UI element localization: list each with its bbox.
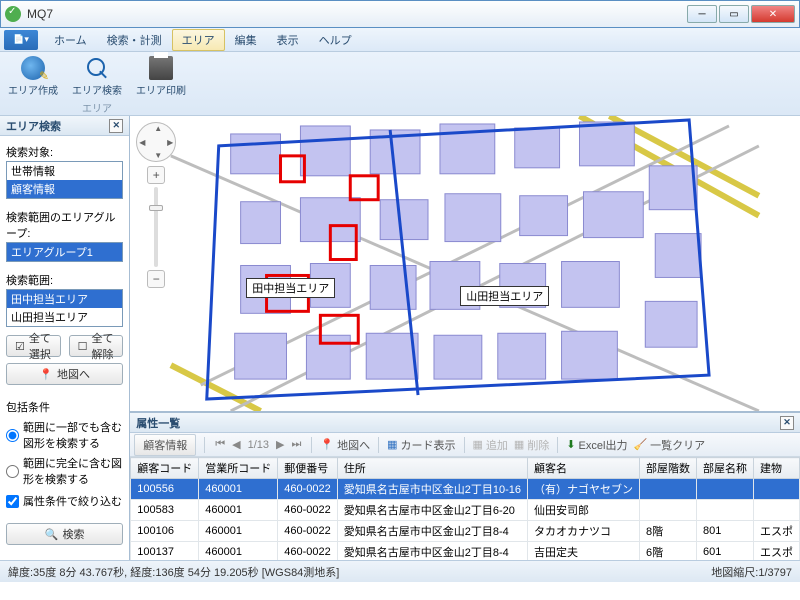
window-title: MQ7: [27, 7, 53, 21]
status-coords: 緯度:35度 8分 43.767秒, 経度:136度 54分 19.205秒 […: [8, 564, 339, 580]
pager-first[interactable]: ⏮: [213, 438, 227, 451]
col-3[interactable]: 住所: [337, 458, 527, 479]
col-1[interactable]: 営業所コード: [199, 458, 278, 479]
areagroup-label: 検索範囲のエリアグループ:: [6, 209, 123, 241]
titlebar: MQ7 ─ ▭ ✕: [0, 0, 800, 28]
area-print-button[interactable]: エリア印刷: [136, 56, 186, 97]
col-2[interactable]: 郵便番号: [278, 458, 338, 479]
sidebar-title: エリア検索: [6, 118, 61, 134]
target-listbox[interactable]: 世帯情報 顧客情報: [6, 161, 123, 199]
app-icon: [5, 6, 21, 22]
map-canvas[interactable]: 田中担当エリア 山田担当エリア ▲▼ ◀▶ + −: [130, 116, 800, 412]
toolbar-delete[interactable]: ▦削除: [514, 437, 549, 453]
attributes-title: 属性一覧: [136, 415, 180, 431]
area-create-button[interactable]: エリア作成: [8, 56, 58, 97]
range-listbox[interactable]: 田中担当エリア 山田担当エリア: [6, 289, 123, 327]
area-print-label: エリア印刷: [136, 82, 186, 97]
menu-search-measure[interactable]: 検索・計測: [97, 29, 172, 51]
area-search-label: エリア検索: [72, 82, 122, 97]
to-map-button[interactable]: 📍 地図へ: [6, 363, 123, 385]
attributes-header: 属性一覧 ✕: [130, 413, 800, 433]
print-icon: [149, 56, 173, 80]
target-item-0[interactable]: 世帯情報: [7, 162, 122, 180]
attributes-grid[interactable]: 顧客コード 営業所コード 郵便番号 住所 顧客名 部屋階数 部屋名称 建物 10…: [130, 457, 800, 560]
sidebar-header: エリア検索 ✕: [0, 116, 129, 136]
col-6[interactable]: 部屋名称: [697, 458, 754, 479]
minimize-button[interactable]: ─: [687, 5, 717, 23]
zoom-in-button[interactable]: +: [147, 166, 165, 184]
target-item-1[interactable]: 顧客情報: [7, 180, 122, 198]
attributes-panel: 属性一覧 ✕ 顧客情報 ⏮ ◀ 1/13 ▶ ⏭ 📍地図へ ▦カード表示 ▦追加: [130, 412, 800, 560]
toolbar-add[interactable]: ▦追加: [473, 437, 508, 453]
menu-edit[interactable]: 編集: [225, 29, 267, 51]
menubar: 📄▾ ホーム 検索・計測 エリア 編集 表示 ヘルプ: [0, 28, 800, 52]
table-row[interactable]: 100137460001460-0022愛知県名古屋市中区金山2丁目8-4吉田定…: [131, 542, 800, 561]
clear-all-button[interactable]: ☐ 全て解除: [69, 335, 124, 357]
attributes-tab[interactable]: 顧客情報: [134, 434, 196, 456]
attributes-toolbar: 顧客情報 ⏮ ◀ 1/13 ▶ ⏭ 📍地図へ ▦カード表示 ▦追加 ▦削除 ⬇E…: [130, 433, 800, 457]
pager-last[interactable]: ⏭: [290, 438, 304, 451]
globe-icon: [21, 56, 45, 80]
inclusion-partial-radio[interactable]: 範囲に一部でも含む図形を検索する: [6, 419, 123, 451]
table-row[interactable]: 100106460001460-0022愛知県名古屋市中区金山2丁目8-4タカオ…: [131, 521, 800, 542]
zoom-out-button[interactable]: −: [147, 270, 165, 288]
range-label: 検索範囲:: [6, 272, 123, 288]
inclusion-label: 包括条件: [6, 399, 123, 415]
map-label-yamada: 山田担当エリア: [460, 286, 549, 306]
col-7[interactable]: 建物: [754, 458, 800, 479]
menu-home[interactable]: ホーム: [44, 29, 97, 51]
pager-next[interactable]: ▶: [274, 438, 286, 451]
sidebar: エリア検索 ✕ 検索対象: 世帯情報 顧客情報 検索範囲のエリアグループ: エリ…: [0, 116, 130, 560]
zoom-thumb[interactable]: [149, 205, 163, 211]
select-all-button[interactable]: ☑ 全て選択: [6, 335, 61, 357]
maximize-button[interactable]: ▭: [719, 5, 749, 23]
close-button[interactable]: ✕: [751, 5, 795, 23]
inclusion-full-radio[interactable]: 範囲に完全に含む図形を検索する: [6, 455, 123, 487]
statusbar: 緯度:35度 8分 43.767秒, 経度:136度 54分 19.205秒 […: [0, 560, 800, 582]
areagroup-item-0[interactable]: エリアグループ1: [7, 243, 122, 261]
menu-view[interactable]: 表示: [267, 29, 309, 51]
zoom-control[interactable]: + −: [146, 166, 166, 288]
status-scale: 地図縮尺:1/3797: [711, 564, 792, 580]
pan-control[interactable]: ▲▼ ◀▶: [136, 122, 176, 162]
toolbar-card-view[interactable]: ▦カード表示: [387, 437, 455, 453]
file-menu-button[interactable]: 📄▾: [4, 30, 38, 50]
map-label-tanaka: 田中担当エリア: [246, 278, 335, 298]
col-0[interactable]: 顧客コード: [131, 458, 199, 479]
target-label: 検索対象:: [6, 144, 123, 160]
menu-area[interactable]: エリア: [172, 29, 225, 51]
toolbar-excel[interactable]: ⬇Excel出力: [566, 437, 627, 453]
search-button[interactable]: 🔍 検索: [6, 523, 123, 545]
pager-display: 1/13: [246, 439, 271, 451]
area-create-label: エリア作成: [8, 82, 58, 97]
pager-prev[interactable]: ◀: [230, 438, 242, 451]
toolbar-clear-list[interactable]: 🧹一覧クリア: [633, 437, 705, 453]
menu-help[interactable]: ヘルプ: [309, 29, 362, 51]
range-item-0[interactable]: 田中担当エリア: [7, 290, 122, 308]
col-4[interactable]: 顧客名: [528, 458, 640, 479]
areagroup-listbox[interactable]: エリアグループ1: [6, 242, 123, 262]
ribbon-group-label: エリア: [82, 100, 112, 115]
toolbar-to-map[interactable]: 📍地図へ: [320, 437, 370, 453]
ribbon: エリア作成 エリア検索 エリア印刷 エリア: [0, 52, 800, 116]
area-search-button[interactable]: エリア検索: [72, 56, 122, 97]
search-icon: [85, 56, 109, 80]
range-item-1[interactable]: 山田担当エリア: [7, 308, 122, 326]
attributes-close-button[interactable]: ✕: [780, 416, 794, 430]
pager: ⏮ ◀ 1/13 ▶ ⏭: [213, 438, 303, 451]
table-row[interactable]: 100556460001460-0022愛知県名古屋市中区金山2丁目10-16（…: [131, 479, 800, 500]
attr-filter-checkbox[interactable]: 属性条件で絞り込む: [6, 493, 123, 509]
table-row[interactable]: 100583460001460-0022愛知県名古屋市中区金山2丁目6-20仙田…: [131, 500, 800, 521]
sidebar-close-button[interactable]: ✕: [109, 119, 123, 133]
col-5[interactable]: 部屋階数: [640, 458, 697, 479]
